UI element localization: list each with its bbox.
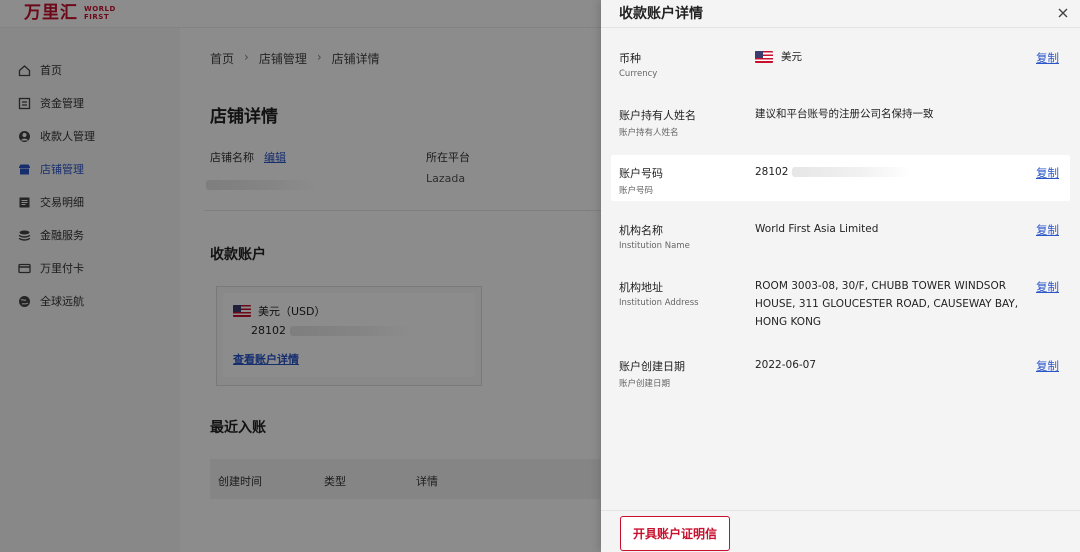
drawer-footer: 开具账户证明信 <box>601 510 1080 552</box>
created-date-value: 2022-06-07 <box>755 359 817 371</box>
currency-value-wrap: 美元 <box>755 48 802 66</box>
created-date-sublabel: 账户创建日期 <box>619 379 671 389</box>
created-date-label: 账户创建日期 <box>619 360 685 373</box>
drawer-title: 收款账户详情 <box>619 6 703 22</box>
modal-overlay[interactable] <box>0 0 601 552</box>
copy-currency-button[interactable]: 复制 <box>1036 50 1059 66</box>
account-number-value: 28102 <box>755 166 789 178</box>
drawer-header-divider <box>601 27 1080 28</box>
account-number-value-wrap: 28102 <box>755 163 913 181</box>
address-line: HOUSE, 311 GLOUCESTER ROAD, CAUSEWAY BAY… <box>755 298 1019 310</box>
redacted-account-number <box>792 167 913 177</box>
holder-name-label: 账户持有人姓名 <box>619 109 696 122</box>
account-number-row: 账户号码 账户号码 28102 复制 <box>611 155 1070 201</box>
institution-address-label: 机构地址 <box>619 281 663 294</box>
copy-account-number-button[interactable]: 复制 <box>1036 165 1059 181</box>
holder-name-value: 建议和平台账号的注册公司名保持一致 <box>755 108 934 120</box>
account-details-drawer: 收款账户详情 币种 Currency 美元 复制 账户持有人姓名 账户持有人姓名… <box>601 0 1080 552</box>
account-number-sublabel: 账户号码 <box>619 186 654 196</box>
institution-name-row: 机构名称 Institution Name World First Asia L… <box>601 222 1080 262</box>
us-flag-icon <box>755 51 773 63</box>
institution-name-value: World First Asia Limited <box>755 223 879 235</box>
close-icon[interactable] <box>1056 5 1070 19</box>
copy-institution-name-button[interactable]: 复制 <box>1036 222 1059 238</box>
holder-name-sublabel: 账户持有人姓名 <box>619 128 679 138</box>
holder-name-row: 账户持有人姓名 账户持有人姓名 建议和平台账号的注册公司名保持一致 <box>601 107 1080 147</box>
currency-label: 币种 <box>619 52 641 65</box>
address-line: ROOM 3003-08, 30/F, CHUBB TOWER WINDSOR <box>755 280 1007 292</box>
created-date-row: 账户创建日期 账户创建日期 2022-06-07 复制 <box>601 358 1080 398</box>
issue-account-certificate-button[interactable]: 开具账户证明信 <box>620 516 730 551</box>
currency-value: 美元 <box>781 51 802 63</box>
account-number-label: 账户号码 <box>619 167 663 180</box>
copy-created-date-button[interactable]: 复制 <box>1036 358 1059 374</box>
address-line: HONG KONG <box>755 316 822 328</box>
institution-address-row: 机构地址 Institution Address ROOM 3003-08, 3… <box>601 279 1080 339</box>
copy-institution-address-button[interactable]: 复制 <box>1036 279 1059 295</box>
institution-address-value: ROOM 3003-08, 30/F, CHUBB TOWER WINDSOR … <box>755 277 1018 331</box>
institution-name-sublabel: Institution Name <box>619 241 690 251</box>
institution-address-sublabel: Institution Address <box>619 298 699 308</box>
currency-row: 币种 Currency 美元 复制 <box>601 50 1080 90</box>
institution-name-label: 机构名称 <box>619 224 663 237</box>
currency-sublabel: Currency <box>619 69 658 79</box>
